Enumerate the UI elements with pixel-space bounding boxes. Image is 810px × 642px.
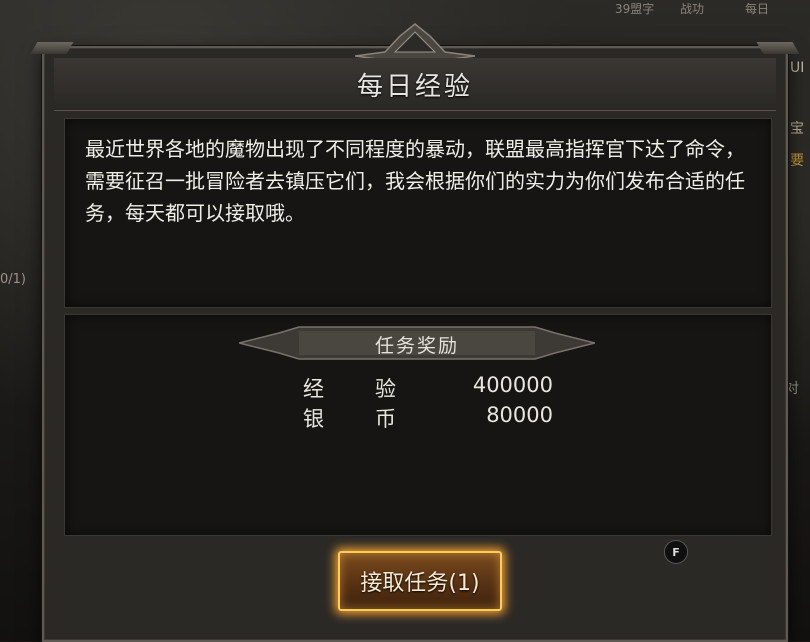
- bg-hud-text: 要: [790, 153, 804, 169]
- bg-hud-text: 战功: [680, 2, 705, 16]
- reward-label: 经: [303, 377, 324, 401]
- accept-quest-button[interactable]: 接取任务(1): [338, 551, 502, 611]
- reward-panel: 任务奖励 经 验 400000 银 币 80000: [64, 314, 772, 536]
- dialog-title-bar: 每日经验: [54, 58, 776, 111]
- reward-row-silver: 银 币 80000: [303, 403, 553, 433]
- dialog-title: 每日经验: [356, 71, 473, 102]
- frame-corner-ornament: [30, 42, 74, 54]
- reward-label: 币: [375, 407, 396, 431]
- reward-value: 400000: [472, 373, 553, 397]
- bg-hud-text: 39盟字: [615, 2, 655, 16]
- frame-corner-ornament: [756, 42, 800, 54]
- reward-header-banner: 任务奖励: [239, 323, 595, 363]
- daily-exp-dialog: 每日经验 最近世界各地的魔物出现了不同程度的暴动，联盟最高指挥官下达了命令，需要…: [30, 23, 800, 642]
- bg-hud-text: 宝: [790, 121, 804, 137]
- reward-label: 验: [375, 377, 396, 401]
- reward-title: 任务奖励: [374, 335, 459, 357]
- bg-hud-text: 0/1): [0, 272, 26, 287]
- quest-description: 最近世界各地的魔物出现了不同程度的暴动，联盟最高指挥官下达了命令，需要征召一批冒…: [85, 137, 745, 225]
- bg-hud-text: UI: [790, 60, 805, 76]
- reward-value: 80000: [486, 403, 553, 427]
- reward-row-exp: 经 验 400000: [303, 373, 553, 403]
- bg-hud-text: 每日: [745, 2, 770, 16]
- accept-quest-label: 接取任务(1): [360, 571, 480, 596]
- quest-description-panel: 最近世界各地的魔物出现了不同程度的暴动，联盟最高指挥官下达了命令，需要征召一批冒…: [64, 118, 772, 308]
- hotkey-badge[interactable]: F: [664, 540, 688, 564]
- crest-ornament-icon: [355, 23, 475, 61]
- reward-label: 银: [303, 407, 324, 431]
